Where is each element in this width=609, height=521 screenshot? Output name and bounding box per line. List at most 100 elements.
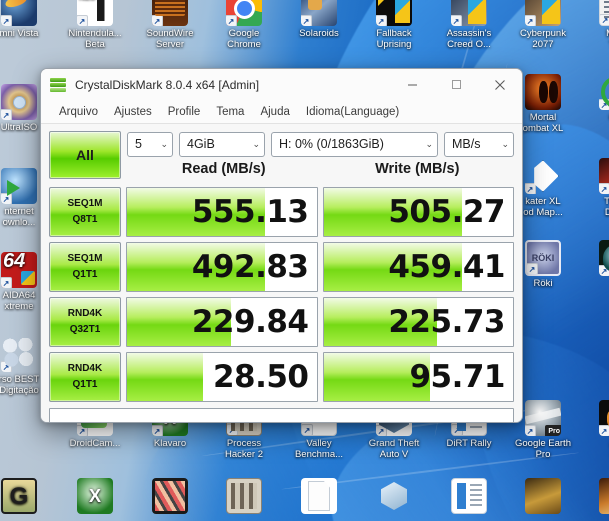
- read-cell: 555.13: [126, 187, 318, 237]
- desktop-icon-label2: Benchma...: [294, 449, 344, 460]
- desktop-icon-label2: Auto V: [379, 449, 409, 460]
- menu-item-tema[interactable]: Tema: [208, 104, 252, 120]
- desktop-icon-label2: The: [580, 39, 609, 50]
- read-cell: 28.50: [126, 352, 318, 402]
- desktop-icon[interactable]: ↗ Fallback Uprising: [357, 0, 431, 50]
- close-button[interactable]: [478, 69, 522, 100]
- desktop-icon-label2: Beta: [85, 39, 105, 50]
- desktop-icon[interactable]: [58, 478, 132, 516]
- desktop-icon[interactable]: ↗ The N Delux: [580, 158, 609, 218]
- table-row: RND4K Q1T1 28.50 95.71: [49, 352, 514, 402]
- disk-stack-icon: [49, 76, 67, 94]
- xbox-icon: [77, 478, 113, 514]
- groove-music-icon: ↗: [599, 74, 609, 110]
- desktop-icon-label2: Server: [156, 39, 184, 50]
- shortcut-arrow-icon: ↗: [599, 99, 609, 110]
- desktop-icon-label: Am: [580, 438, 609, 449]
- desktop-icon[interactable]: ↗ Solaroids: [282, 0, 356, 39]
- desktop-icon[interactable]: [0, 478, 56, 516]
- desktop-icon-label: Solaroids: [299, 28, 339, 39]
- maximize-button[interactable]: [434, 69, 478, 100]
- mxgp-icon: ↗: [599, 0, 609, 26]
- all-button[interactable]: All: [49, 131, 121, 179]
- read-cell: 229.84: [126, 297, 318, 347]
- row-label-top: SEQ1M: [67, 198, 103, 209]
- desktop-icon-label: Google Earth: [515, 438, 571, 449]
- desktop-icon[interactable]: [506, 478, 580, 516]
- shortcut-arrow-icon: ↗: [152, 425, 163, 436]
- row-label-seq1m-q8t1[interactable]: SEQ1M Q8T1: [49, 187, 121, 237]
- table-row: RND4K Q32T1 229.84 225.73: [49, 297, 514, 347]
- desktop-icon[interactable]: [580, 478, 609, 516]
- menu-item-idioma[interactable]: Idioma(Language): [298, 104, 407, 120]
- test-count-select[interactable]: 5 ⌄: [127, 131, 173, 157]
- shortcut-arrow-icon: ↗: [302, 424, 313, 435]
- desktop-icon-label2: Re: [580, 449, 609, 460]
- desktop-icon-label: MXG: [580, 28, 609, 39]
- row-label-seq1m-q1t1[interactable]: SEQ1M Q1T1: [49, 242, 121, 292]
- shortcut-arrow-icon: ↗: [77, 15, 88, 26]
- desktop-icon[interactable]: ↗ SoundWire Server: [133, 0, 207, 50]
- desktop-icon-label: The N: [604, 196, 609, 207]
- desktop-icon-label: Nintendula...: [68, 28, 122, 39]
- desktop-icon-label2: Chrome: [227, 39, 261, 50]
- desktop-icon-label2: Creed O...: [447, 39, 491, 50]
- desktop-icon[interactable]: ↗ Am Re: [580, 400, 609, 460]
- drive-select[interactable]: H: 0% (0/1863GiB) ⌄: [271, 131, 438, 157]
- desktop-icon[interactable]: ↗ MXG The: [580, 0, 609, 50]
- crystaldiskmark-window[interactable]: CrystalDiskMark 8.0.4 x64 [Admin] Arquiv…: [40, 68, 523, 423]
- desktop-icon-label: Process: [226, 438, 262, 449]
- test-count-value: 5: [135, 137, 142, 151]
- reader-app-icon: [451, 478, 487, 514]
- read-value: 28.50: [212, 359, 309, 395]
- aida64-extreme-icon: ↗: [1, 252, 37, 288]
- shortcut-arrow-icon: ↗: [152, 15, 163, 26]
- shortcut-arrow-icon: ↗: [1, 15, 12, 26]
- menu-bar[interactable]: Arquivo Ajustes Profile Tema Ajuda Idiom…: [41, 100, 522, 124]
- shortcut-arrow-icon: ↗: [599, 425, 609, 436]
- desktop-icon[interactable]: ↗ Cyberpunk 2077: [506, 0, 580, 50]
- row-label-rnd4k-q1t1[interactable]: RND4K Q1T1: [49, 352, 121, 402]
- desktop-icon[interactable]: ↗ Google Chrome: [207, 0, 281, 50]
- column-headers: Read (MB/s) Write (MB/s): [127, 161, 514, 183]
- desktop-icon[interactable]: [207, 478, 281, 516]
- menu-item-profile[interactable]: Profile: [160, 104, 209, 120]
- row-label-rnd4k-q32t1[interactable]: RND4K Q32T1: [49, 297, 121, 347]
- desktop-icon-label: DroidCam...: [69, 438, 121, 449]
- shortcut-arrow-icon: ↗: [376, 425, 387, 436]
- write-header: Write (MB/s): [375, 161, 460, 177]
- desktop-icon[interactable]: [282, 478, 356, 516]
- write-cell: 505.27: [322, 187, 514, 237]
- soundwire-server-icon: ↗: [152, 0, 188, 26]
- desktop-icon-label: Klavaro: [153, 438, 187, 449]
- shortcut-arrow-icon: ↗: [376, 15, 387, 26]
- desktop-icon-label: Gro: [580, 112, 609, 123]
- shortcut-arrow-icon: ↗: [525, 183, 536, 194]
- window-body: All 5 ⌄ 4GiB ⌄ H: 0% (0/1863GiB) ⌄ MB/s …: [41, 124, 522, 422]
- brush-app-icon: [152, 478, 188, 514]
- test-size-select[interactable]: 4GiB ⌄: [179, 131, 265, 157]
- shortcut-arrow-icon: ↗: [77, 425, 88, 436]
- desktop-icon[interactable]: ↗ Or: [580, 240, 609, 289]
- shortcut-arrow-icon: ↗: [1, 193, 12, 204]
- desktop-icon[interactable]: ↗ Nintendula... Beta: [58, 0, 132, 50]
- desktop-icon[interactable]: ↗ Assassin's Creed O...: [432, 0, 506, 50]
- unit-value: MB/s: [452, 137, 481, 151]
- unit-select[interactable]: MB/s ⌄: [444, 131, 514, 157]
- minimize-button[interactable]: [390, 69, 434, 100]
- document-icon: [301, 478, 337, 514]
- title-bar[interactable]: CrystalDiskMark 8.0.4 x64 [Admin]: [41, 69, 522, 100]
- fantasy-game-icon: [525, 478, 561, 514]
- menu-item-arquivo[interactable]: Arquivo: [51, 104, 106, 120]
- desktop-icon[interactable]: ↗ Gro: [580, 74, 609, 123]
- nfs-deluxe-icon: ↗: [599, 158, 609, 194]
- desktop-icon[interactable]: [133, 478, 207, 516]
- desktop-icon[interactable]: [357, 478, 431, 516]
- row-label-top: RND4K: [67, 308, 103, 319]
- shortcut-arrow-icon: ↗: [525, 425, 536, 436]
- desktop-icon[interactable]: ↗ mni Vista: [0, 0, 56, 39]
- menu-item-ajustes[interactable]: Ajustes: [106, 104, 160, 120]
- write-value: 505.27: [388, 194, 505, 230]
- menu-item-ajuda[interactable]: Ajuda: [252, 104, 297, 120]
- desktop-icon[interactable]: [432, 478, 506, 516]
